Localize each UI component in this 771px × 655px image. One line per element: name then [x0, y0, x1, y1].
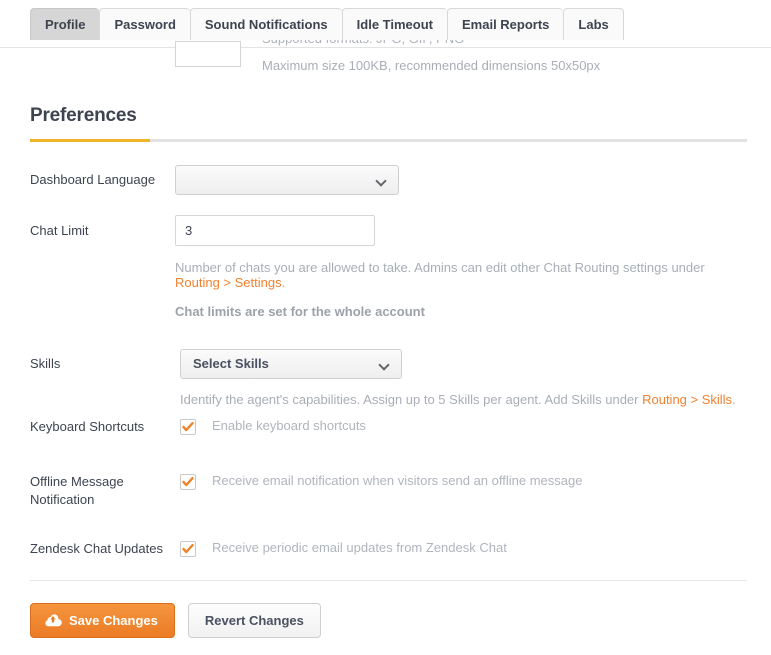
- cloud-upload-icon: [44, 613, 62, 630]
- offline-message-notification-checkbox[interactable]: [180, 474, 196, 490]
- revert-changes-label: Revert Changes: [204, 613, 304, 628]
- chat-limit-note: Chat limits are set for the whole accoun…: [175, 304, 425, 319]
- skills-select-value: Select Skills: [193, 356, 269, 371]
- field-skills: Select Skills Identify the agent's capab…: [175, 349, 760, 407]
- field-keyboard-shortcuts: Enable keyboard shortcuts: [175, 418, 760, 435]
- zendesk-chat-updates-checkbox[interactable]: [180, 541, 196, 557]
- tab-labs[interactable]: Labs: [563, 8, 624, 40]
- zendesk-chat-updates-checkbox-label: Receive periodic email updates from Zend…: [212, 540, 507, 555]
- row-skills: Skills Select Skills Identify the agent'…: [30, 349, 760, 407]
- row-offline-message-notification: Offline Message Notification Receive ema…: [30, 473, 760, 509]
- skills-hint-text: Identify the agent's capabilities. Assig…: [180, 392, 643, 407]
- label-chat-limit: Chat Limit: [30, 223, 89, 238]
- label-keyboard-shortcuts: Keyboard Shortcuts: [30, 419, 145, 434]
- chat-limit-hint-period: .: [281, 275, 286, 290]
- keyboard-shortcuts-checkbox-label: Enable keyboard shortcuts: [212, 418, 366, 433]
- preferences-form: Dashboard Language Chat Limit Number of …: [30, 165, 760, 558]
- check-icon: [182, 477, 194, 487]
- form-actions: Save Changes Revert Changes: [30, 603, 321, 638]
- skills-hint-period: .: [732, 392, 736, 407]
- offline-message-notification-checkbox-label: Receive email notification when visitors…: [212, 473, 583, 488]
- tab-sound-notifications[interactable]: Sound Notifications: [189, 8, 342, 40]
- actions-divider: [30, 580, 747, 581]
- label-zendesk-chat-updates: Zendesk Chat Updates: [30, 541, 163, 556]
- tab-profile[interactable]: Profile: [30, 8, 100, 40]
- avatar-upload-box[interactable]: [175, 41, 241, 67]
- chevron-down-icon: [377, 177, 386, 183]
- avatar-supported-formats-hint: Supported formats: JPG, GIF, PNG: [262, 40, 732, 54]
- save-changes-label: Save Changes: [69, 613, 158, 628]
- routing-skills-link[interactable]: Routing > Skills: [642, 392, 732, 407]
- routing-settings-link[interactable]: Routing > Settings: [175, 275, 282, 290]
- row-dashboard-language: Dashboard Language: [30, 165, 760, 195]
- page-title: Preferences: [30, 105, 137, 126]
- chat-limit-input[interactable]: [175, 215, 375, 246]
- label-offline-message-notification: Offline Message Notification: [30, 474, 124, 507]
- avatar-supported-formats-text: Supported formats: JPG, GIF, PNG: [262, 40, 732, 46]
- tab-email-reports[interactable]: Email Reports: [447, 8, 564, 40]
- revert-changes-button[interactable]: Revert Changes: [187, 603, 321, 638]
- chat-limit-hint: Number of chats you are allowed to take.…: [175, 260, 735, 290]
- dashboard-language-select[interactable]: [175, 165, 399, 195]
- preferences-section-header: Preferences: [30, 105, 747, 142]
- field-chat-limit: Number of chats you are allowed to take.…: [175, 215, 760, 319]
- field-offline-message-notification: Receive email notification when visitors…: [175, 473, 760, 490]
- skills-select[interactable]: Select Skills: [180, 349, 402, 379]
- skills-hint: Identify the agent's capabilities. Assig…: [180, 392, 755, 407]
- label-dashboard-language: Dashboard Language: [30, 172, 156, 187]
- row-zendesk-chat-updates: Zendesk Chat Updates Receive periodic em…: [30, 540, 760, 558]
- row-keyboard-shortcuts: Keyboard Shortcuts Enable keyboard short…: [30, 418, 760, 436]
- tab-list: Profile Password Sound Notifications Idl…: [30, 8, 624, 40]
- section-divider: [30, 139, 747, 142]
- chat-limit-hint-text: Number of chats you are allowed to take.…: [175, 260, 705, 275]
- save-changes-button[interactable]: Save Changes: [30, 603, 175, 638]
- tab-password[interactable]: Password: [99, 8, 190, 40]
- label-skills: Skills: [30, 356, 61, 371]
- row-chat-limit: Chat Limit Number of chats you are allow…: [30, 215, 760, 319]
- field-dashboard-language: [175, 165, 760, 195]
- tab-idle-timeout[interactable]: Idle Timeout: [341, 8, 447, 40]
- avatar-upload-row: Supported formats: JPG, GIF, PNG Maximum…: [0, 40, 771, 95]
- chevron-down-icon: [380, 361, 389, 367]
- keyboard-shortcuts-checkbox[interactable]: [180, 419, 196, 435]
- field-zendesk-chat-updates: Receive periodic email updates from Zend…: [175, 540, 760, 557]
- avatar-size-hint: Maximum size 100KB, recommended dimensio…: [262, 58, 601, 73]
- check-icon: [182, 422, 194, 432]
- check-icon: [182, 544, 194, 554]
